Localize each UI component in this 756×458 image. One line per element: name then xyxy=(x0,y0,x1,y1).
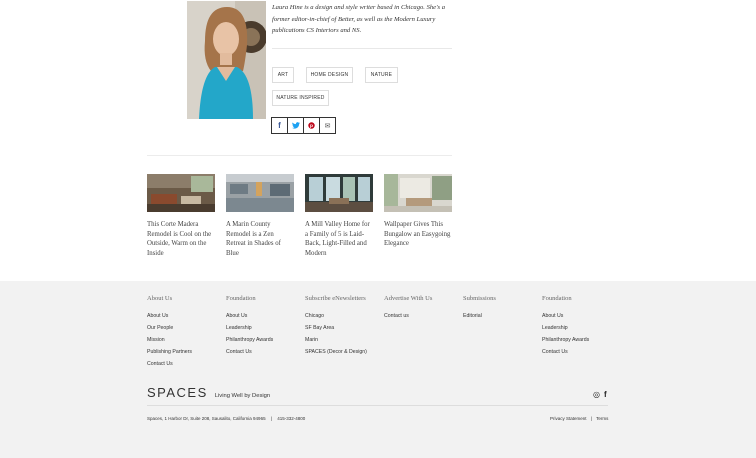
related-title-2: A Marin County Remodel is a Zen Retreat … xyxy=(226,221,281,257)
related-image-1 xyxy=(147,174,215,212)
tag-home-design[interactable]: HOME DESIGN xyxy=(306,67,353,83)
author-name[interactable]: Laura Hine xyxy=(272,4,303,11)
footer-phone[interactable]: 415-332-4800 xyxy=(277,416,305,421)
related-image-4 xyxy=(384,174,452,212)
footer-col-title: Foundation xyxy=(226,295,256,302)
share-bar: f p ✉ xyxy=(271,117,336,134)
pinterest-share-button[interactable]: p xyxy=(303,117,320,134)
footer-link[interactable]: Contact us xyxy=(384,310,432,322)
footer-col-foundation-2: Foundation About Us Leadership Philanthr… xyxy=(542,295,589,358)
facebook-icon: f xyxy=(278,121,281,130)
tag-art[interactable]: ART xyxy=(272,67,294,83)
footer-link[interactable]: Leadership xyxy=(226,322,273,334)
related-title-1: This Corte Madera Remodel is Cool on the… xyxy=(147,221,212,257)
facebook-icon: f xyxy=(604,390,607,399)
footer-col-title: Subscribe eNewsletters xyxy=(305,295,366,302)
pinterest-icon: p xyxy=(308,122,315,129)
section-divider xyxy=(147,155,452,156)
email-icon: ✉ xyxy=(324,122,331,130)
site-footer: About Us About Us Our People Mission Pub… xyxy=(0,281,756,458)
footer-link[interactable]: About Us xyxy=(542,310,589,322)
author-bio: Laura Hine is a design and style writer … xyxy=(272,4,446,34)
footer-link[interactable]: About Us xyxy=(226,310,273,322)
footer-col-foundation: Foundation About Us Leadership Philanthr… xyxy=(226,295,273,358)
tag-nature[interactable]: NATURE xyxy=(365,67,398,83)
bio-divider xyxy=(272,48,452,49)
related-image-2 xyxy=(226,174,294,212)
instagram-icon: ◎ xyxy=(593,390,600,399)
footer-link[interactable]: Contact Us xyxy=(226,346,273,358)
footer-col-newsletters: Subscribe eNewsletters Chicago SF Bay Ar… xyxy=(305,295,367,358)
footer-link[interactable]: SPACES (Decor & Design) xyxy=(305,346,367,358)
twitter-icon xyxy=(291,122,300,129)
footer-link[interactable]: Contact Us xyxy=(147,358,192,370)
footer-address: Spaces, 1 Harbor Dr, Suite 208, Sausalit… xyxy=(147,416,266,421)
footer-link[interactable]: Philanthropy Awards xyxy=(542,334,589,346)
related-title-4: Wallpaper Gives This Bungalow an Easygoi… xyxy=(384,221,451,247)
footer-col-title: Advertise With Us xyxy=(384,295,433,302)
footer-link[interactable]: Our People xyxy=(147,322,192,334)
related-card-3[interactable]: A Mill Valley Home for a Family of 5 is … xyxy=(305,174,373,258)
related-card-1[interactable]: This Corte Madera Remodel is Cool on the… xyxy=(147,174,215,258)
footer-link[interactable]: Marin xyxy=(305,334,367,346)
svg-text:p: p xyxy=(310,124,313,129)
footer-link[interactable]: Publishing Partners xyxy=(147,346,192,358)
facebook-link[interactable]: f xyxy=(604,390,607,399)
facebook-share-button[interactable]: f xyxy=(271,117,288,134)
footer-divider xyxy=(147,405,608,406)
related-card-4[interactable]: Wallpaper Gives This Bungalow an Easygoi… xyxy=(384,174,452,249)
footer-brand: SPACES Living Well by Design xyxy=(147,385,270,400)
footer-col-advertise: Advertise With Us Contact us xyxy=(384,295,432,322)
instagram-link[interactable]: ◎ xyxy=(593,390,600,399)
footer-contact: Spaces, 1 Harbor Dr, Suite 208, Sausalit… xyxy=(147,416,305,421)
terms-link[interactable]: Terms xyxy=(596,416,608,421)
spaces-logo[interactable]: SPACES xyxy=(147,385,208,400)
email-share-button[interactable]: ✉ xyxy=(319,117,336,134)
footer-link[interactable]: Editorial xyxy=(463,310,496,322)
tag-nature-inspired[interactable]: NATURE INSPIRED xyxy=(272,90,329,106)
footer-link[interactable]: About Us xyxy=(147,310,192,322)
footer-col-submissions: Submissions Editorial xyxy=(463,295,496,322)
footer-link[interactable]: SF Bay Area xyxy=(305,322,367,334)
brand-tagline: Living Well by Design xyxy=(214,393,271,399)
footer-link[interactable]: Leadership xyxy=(542,322,589,334)
related-title-3: A Mill Valley Home for a Family of 5 is … xyxy=(305,221,370,257)
footer-link[interactable]: Contact Us xyxy=(542,346,589,358)
related-image-3 xyxy=(305,174,373,212)
footer-link[interactable]: Philanthropy Awards xyxy=(226,334,273,346)
twitter-share-button[interactable] xyxy=(287,117,304,134)
related-card-2[interactable]: A Marin County Remodel is a Zen Retreat … xyxy=(226,174,294,258)
footer-col-title: About Us xyxy=(147,295,173,302)
footer-col-title: Submissions xyxy=(463,295,496,302)
footer-link[interactable]: Chicago xyxy=(305,310,367,322)
footer-separator: | xyxy=(270,416,273,421)
privacy-link[interactable]: Privacy Statement xyxy=(550,416,587,421)
footer-legal: Privacy Statement | Terms xyxy=(550,416,608,421)
footer-col-title: Foundation xyxy=(542,295,572,302)
footer-link[interactable]: Mission xyxy=(147,334,192,346)
legal-separator: | xyxy=(590,416,592,421)
footer-col-about: About Us About Us Our People Mission Pub… xyxy=(147,295,192,370)
author-photo xyxy=(187,1,266,119)
